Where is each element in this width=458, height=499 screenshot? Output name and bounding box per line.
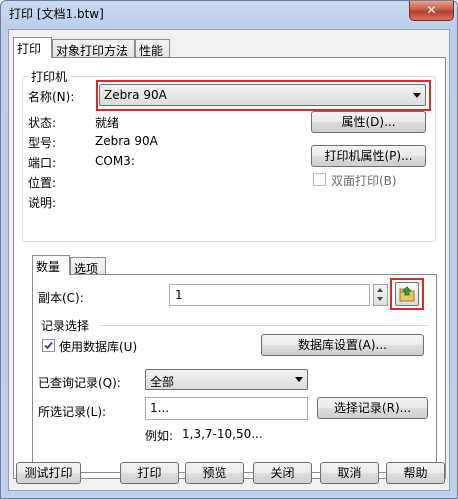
copies-label: 副本(C): <box>38 291 84 305</box>
description-label: 说明: <box>28 196 57 210</box>
highlight-printer-select <box>96 80 431 111</box>
printer-name-label: 名称(N): <box>28 90 75 104</box>
copies-input[interactable]: 1 <box>169 284 370 306</box>
quantity-panel: 副本(C): 1 记录选择 使用数据库(U) 数据库设置(A)... 已查询记录… <box>32 274 437 473</box>
location-label: 位置: <box>28 176 57 190</box>
printer-properties-button[interactable]: 打印机属性(P)... <box>311 145 426 167</box>
port-value: COM3: <box>95 154 135 168</box>
tab-print[interactable]: 打印 <box>13 37 52 58</box>
close-icon[interactable]: ✕ <box>409 1 454 21</box>
copies-spinner[interactable] <box>373 284 388 306</box>
highlight-variable-button <box>390 278 424 310</box>
tab-object-print-method[interactable]: 对象打印方法 <box>52 39 135 58</box>
record-selection-divider <box>99 325 429 326</box>
selected-records-value: 1... <box>150 401 170 415</box>
close-button[interactable]: 关闭 <box>253 462 312 484</box>
status-value: 就绪 <box>95 116 120 130</box>
print-button[interactable]: 打印 <box>120 462 179 484</box>
use-database-checkbox[interactable] <box>42 339 55 352</box>
port-label: 端口: <box>28 156 57 170</box>
selected-records-label: 所选记录(L): <box>38 405 107 419</box>
preview-button[interactable]: 预览 <box>185 462 244 484</box>
help-button[interactable]: 帮助 <box>386 462 445 484</box>
spin-down-icon[interactable] <box>377 297 383 301</box>
print-tab-panel: 打印机 名称(N): Zebra 90A 状态: 就绪 型号: Zebra 90… <box>13 57 446 479</box>
printer-group-title: 打印机 <box>28 68 71 85</box>
copies-value: 1 <box>175 288 183 302</box>
window-title: 打印 [文档1.btw] <box>9 7 104 21</box>
duplex-label: 双面打印(B) <box>331 174 397 188</box>
select-records-button[interactable]: 选择记录(R)... <box>317 397 428 419</box>
print-dialog: 打印 [文档1.btw] ✕ 打印 对象打印方法 性能 打印机 名称(N): Z… <box>0 0 458 499</box>
model-label: 型号: <box>28 136 57 150</box>
status-label: 状态: <box>28 116 57 130</box>
tab-options[interactable]: 选项 <box>70 257 106 276</box>
model-value: Zebra 90A <box>95 134 158 148</box>
queried-records-select[interactable]: 全部 <box>145 369 308 390</box>
record-selection-title: 记录选择 <box>41 319 90 333</box>
test-print-button[interactable]: 测试打印 <box>16 462 81 484</box>
selected-records-input[interactable]: 1... <box>145 397 308 420</box>
tab-quantity[interactable]: 数量 <box>32 255 70 275</box>
dialog-client-area: 打印 对象打印方法 性能 打印机 名称(N): Zebra 90A 状态: 就绪… <box>8 29 450 491</box>
tab-performance[interactable]: 性能 <box>135 39 170 58</box>
database-settings-button[interactable]: 数据库设置(A)... <box>261 334 424 356</box>
queried-records-label: 已查询记录(Q): <box>38 376 121 390</box>
checkmark-icon <box>44 341 53 350</box>
queried-records-value: 全部 <box>150 375 175 389</box>
cancel-button[interactable]: 取消 <box>320 462 379 484</box>
use-database-label: 使用数据库(U) <box>59 340 138 354</box>
example-value: 1,3,7-10,50... <box>182 427 263 441</box>
duplex-checkbox[interactable] <box>313 173 326 186</box>
chevron-down-icon <box>295 377 303 382</box>
example-label: 例如: <box>145 429 174 443</box>
spin-up-icon[interactable] <box>377 288 383 292</box>
properties-button[interactable]: 属性(D)... <box>311 111 426 133</box>
